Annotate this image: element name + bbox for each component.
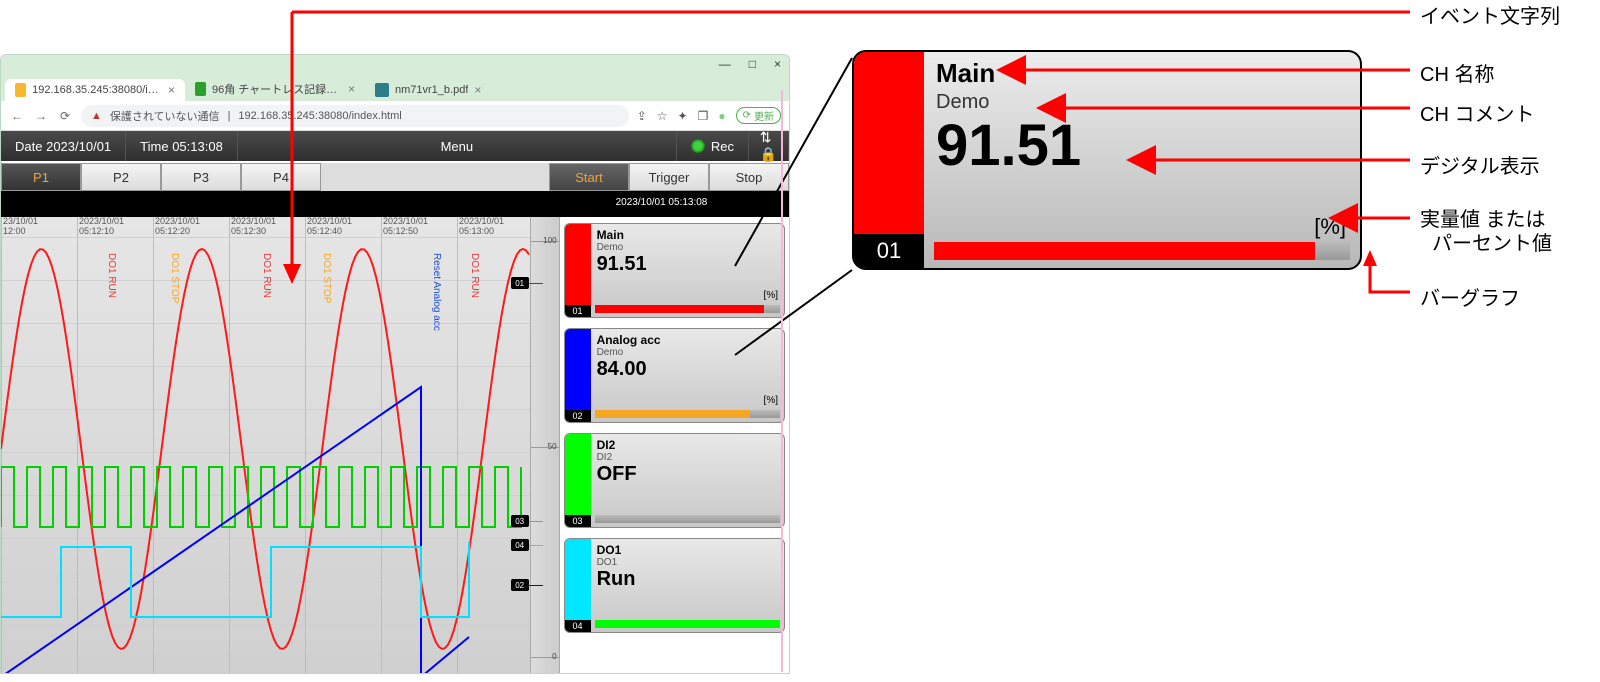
nav-back-icon[interactable]: ← [9, 109, 25, 123]
anno-event-string: イベント文字列 [1420, 0, 1560, 29]
anno-unit-2: パーセント値 [1432, 227, 1552, 256]
card-bar [595, 620, 780, 628]
channel-card-04[interactable]: 04DO1DO1Run [564, 538, 785, 633]
tab-close-1[interactable]: × [348, 82, 355, 96]
url-text: 192.168.35.245:38080/index.html [238, 110, 401, 122]
page-tab-p3[interactable]: P3 [161, 163, 241, 191]
nav-reload-icon[interactable]: ⟳ [57, 109, 73, 123]
ruler-badge-04: 04 [511, 539, 529, 551]
header-time: Time 05:13:08 [126, 131, 238, 161]
card-value: 91.51 [597, 253, 778, 276]
card-ch-comment: DI2 [597, 452, 778, 463]
page-tab-row: P1 P2 P3 P4 Start Trigger Stop [1, 163, 789, 191]
win-close[interactable]: × [774, 57, 781, 71]
chart-timestamp-banner: 2023/10/01 05:13:08 [534, 195, 789, 210]
card-value: 84.00 [597, 358, 778, 381]
ruler-badge-01: 01 [511, 277, 529, 289]
insecure-text: 保護されていない通信 [110, 108, 220, 124]
card-unit: [%] [764, 290, 778, 301]
extensions-icon[interactable]: ✦ [678, 109, 688, 123]
card-number: 04 [565, 620, 591, 632]
y-axis-ruler: 10050001030402 [530, 217, 560, 674]
card-color-swatch [565, 329, 591, 410]
card-color-swatch [565, 224, 591, 305]
insecure-icon: ▲ [91, 110, 102, 122]
address-bar: ← → ⟳ ▲ 保護されていない通信 | 192.168.35.245:3808… [1, 101, 789, 131]
browser-window: — □ × 192.168.35.245:38080/index.html × … [0, 54, 790, 674]
browser-tab-2[interactable]: nm71vr1_b.pdf × [365, 79, 491, 101]
account-icon[interactable]: ● [718, 109, 725, 123]
card-unit: [%] [764, 395, 778, 406]
win-max[interactable]: □ [749, 57, 756, 71]
channel-card-02[interactable]: 02 Analog accDemo84.00 [%] [564, 328, 785, 423]
menu-button[interactable]: Menu [238, 131, 677, 161]
card-ch-name: Analog acc [597, 333, 778, 347]
callout-color-swatch [854, 52, 924, 234]
tab-close-2[interactable]: × [474, 83, 481, 97]
card-color-swatch [565, 434, 591, 515]
anno-ch-name: CH 名称 [1420, 58, 1494, 87]
callout-card: 01 Main Demo 91.51 [%] [852, 50, 1362, 270]
favicon-1 [195, 82, 206, 96]
page-tab-p4[interactable]: P4 [241, 163, 321, 191]
card-value: OFF [597, 463, 778, 486]
callout-bar [934, 242, 1315, 260]
anno-bargraph: バーグラフ [1420, 282, 1520, 311]
url-sep: | [228, 110, 231, 122]
trend-chart[interactable]: 23/10/0112:002023/10/0105:12:102023/10/0… [1, 217, 530, 674]
header-date: Date 2023/10/01 [1, 131, 126, 161]
downloads-icon[interactable]: ❐ [698, 109, 709, 123]
callout-channel-number: 01 [854, 234, 924, 268]
trigger-button[interactable]: Trigger [629, 163, 709, 191]
ruler-badge-02: 02 [511, 579, 529, 591]
ruler-badge-03: 03 [511, 515, 529, 527]
win-min[interactable]: — [719, 57, 731, 71]
card-number: 02 [565, 410, 591, 422]
card-ch-name: DI2 [597, 438, 778, 452]
card-color-swatch [565, 539, 591, 620]
nav-forward-icon[interactable]: → [33, 109, 49, 123]
share-icon[interactable]: ⇪ [637, 109, 647, 123]
card-ch-comment: Demo [597, 347, 778, 358]
rec-button[interactable]: Rec [677, 131, 749, 161]
channel-card-01[interactable]: 01 MainDemo91.51 [%] [564, 223, 785, 318]
update-button[interactable]: ⟳更新 [736, 107, 781, 124]
stop-button[interactable]: Stop [709, 163, 789, 191]
card-number: 01 [565, 305, 591, 317]
start-button[interactable]: Start [549, 163, 629, 191]
card-bar [595, 305, 765, 313]
url-box[interactable]: ▲ 保護されていない通信 | 192.168.35.245:38080/inde… [81, 105, 629, 127]
tab-close-0[interactable]: × [168, 83, 175, 97]
star-icon[interactable]: ☆ [657, 109, 668, 123]
callout-unit: [%] [1314, 214, 1346, 240]
anno-ch-comment: CH コメント [1420, 98, 1534, 127]
page-tab-p1[interactable]: P1 [1, 163, 81, 191]
page-tab-p2[interactable]: P2 [81, 163, 161, 191]
callout-digital-value: 91.51 [936, 112, 1348, 179]
browser-tab-strip: 192.168.35.245:38080/index.html × 96角 チャ… [1, 73, 789, 101]
channel-card-list: 01MainDemo91.51[%]02Analog accDemo84.00[… [560, 217, 789, 674]
card-ch-comment: DO1 [597, 557, 778, 568]
app-header: Date 2023/10/01 Time 05:13:08 Menu Rec ⇅… [1, 131, 789, 161]
favicon-0 [15, 83, 26, 97]
anno-digital: デジタル表示 [1420, 150, 1540, 179]
tab-title-1: 96角 チャートレス記録計 71VR1 | [212, 81, 342, 97]
card-ch-name: Main [597, 228, 778, 242]
rec-dot-icon [691, 139, 705, 153]
card-value: Run [597, 568, 778, 591]
favicon-2 [375, 83, 389, 97]
tab-title-2: nm71vr1_b.pdf [395, 84, 468, 96]
card-number: 03 [565, 515, 591, 527]
callout-ch-comment: Demo [936, 91, 1348, 114]
channel-card-03[interactable]: 03DI2DI2OFF [564, 433, 785, 528]
browser-tab-0[interactable]: 192.168.35.245:38080/index.html × [5, 79, 185, 101]
tab-title-0: 192.168.35.245:38080/index.html [32, 84, 162, 96]
waveform-svg [1, 217, 530, 674]
browser-tab-1[interactable]: 96角 チャートレス記録計 71VR1 | × [185, 77, 365, 101]
card-ch-name: DO1 [597, 543, 778, 557]
card-ch-comment: Demo [597, 242, 778, 253]
card-bar [595, 410, 751, 418]
lock-icon[interactable]: ⇅🔒 [749, 131, 789, 161]
callout-ch-name: Main [936, 58, 1348, 89]
